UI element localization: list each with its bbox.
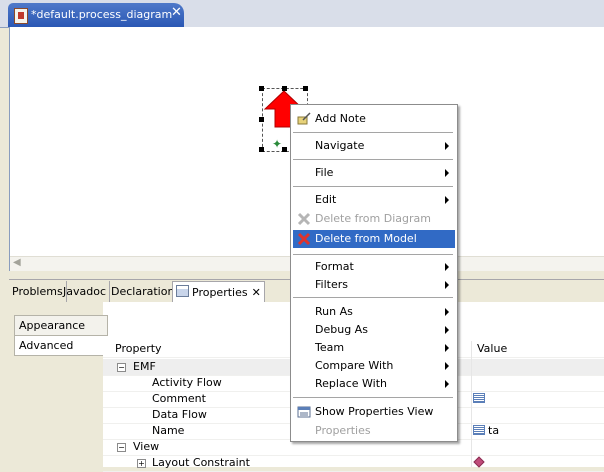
menu-item-label: Format xyxy=(315,260,354,273)
resize-handle[interactable] xyxy=(259,147,264,152)
menu-item-replace-with[interactable]: Replace With xyxy=(293,375,455,393)
menu-item-label: Delete from Model xyxy=(315,232,417,245)
constraint-icon xyxy=(473,456,485,468)
tab-problems[interactable]: Problems xyxy=(9,281,67,302)
resize-handle[interactable] xyxy=(282,147,287,152)
submenu-arrow-icon xyxy=(445,142,449,150)
resize-handle[interactable] xyxy=(259,117,264,122)
note-icon xyxy=(297,112,311,125)
delete-icon xyxy=(297,232,311,246)
resize-handle[interactable] xyxy=(303,86,308,91)
property-name: Name xyxy=(152,424,185,437)
menu-item-label: Properties xyxy=(315,424,371,437)
column-divider[interactable] xyxy=(471,341,472,467)
menu-item-label: Replace With xyxy=(315,377,387,390)
tab-javadoc[interactable]: Javadoc xyxy=(60,281,110,302)
column-header-property[interactable]: Property xyxy=(115,341,162,357)
menu-item-debug-as[interactable]: Debug As xyxy=(293,321,455,339)
properties-view-icon xyxy=(297,406,311,418)
tab-label: Declaration xyxy=(111,285,175,298)
submenu-arrow-icon xyxy=(445,281,449,289)
tab-label: Problems xyxy=(12,285,63,298)
resize-handle[interactable] xyxy=(259,86,264,91)
submenu-arrow-icon xyxy=(445,308,449,316)
menu-separator xyxy=(293,186,453,187)
menu-item-label: Team xyxy=(315,341,345,354)
menu-item-label: Compare With xyxy=(315,359,394,372)
value-text: ta xyxy=(488,424,500,437)
menu-separator xyxy=(293,254,453,255)
editor-tab[interactable]: *default.process_diagram ✕ xyxy=(8,3,184,27)
property-value[interactable] xyxy=(473,455,485,471)
menu-item-delete-from-diagram: Delete from Diagram xyxy=(293,210,455,228)
menu-separator xyxy=(293,159,453,160)
close-icon[interactable]: ✕ xyxy=(252,286,261,299)
submenu-arrow-icon xyxy=(445,380,449,388)
delete-icon xyxy=(297,212,311,226)
menu-item-delete-from-model[interactable]: Delete from Model xyxy=(293,230,455,248)
side-tab-advanced[interactable]: Advanced xyxy=(14,335,107,356)
close-icon[interactable]: ✕ xyxy=(171,6,182,20)
menu-item-format[interactable]: Format xyxy=(293,258,455,276)
property-value[interactable]: ta xyxy=(473,423,499,439)
menu-separator xyxy=(293,297,453,298)
submenu-arrow-icon xyxy=(445,344,449,352)
submenu-arrow-icon xyxy=(445,169,449,177)
editor-tab-title: *default.process_diagram xyxy=(31,8,173,21)
submenu-arrow-icon xyxy=(445,263,449,271)
submenu-arrow-icon xyxy=(445,326,449,334)
menu-item-show-properties-view[interactable]: Show Properties View xyxy=(293,403,455,421)
tab-properties[interactable]: Properties ✕ xyxy=(172,281,265,303)
tab-label: Javadoc xyxy=(63,285,106,298)
column-header-value[interactable]: Value xyxy=(477,341,507,357)
menu-item-label: File xyxy=(315,166,334,179)
tab-label: Properties xyxy=(192,286,248,299)
menu-separator xyxy=(293,132,453,133)
property-name: Data Flow xyxy=(152,408,207,421)
value-list-icon xyxy=(473,393,485,403)
property-name: Layout Constraint xyxy=(152,456,250,469)
submenu-arrow-icon xyxy=(445,362,449,370)
property-name: Comment xyxy=(152,392,206,405)
group-label: View xyxy=(133,440,160,453)
side-tab-label: Appearance xyxy=(19,319,86,332)
context-menu: Add Note Navigate File Edit Delete from … xyxy=(290,104,458,442)
menu-item-label: Run As xyxy=(315,305,353,318)
property-name: Activity Flow xyxy=(152,376,222,389)
menu-separator xyxy=(293,397,453,398)
properties-icon xyxy=(176,285,189,297)
menu-item-team[interactable]: Team xyxy=(293,339,455,357)
group-label: EMF xyxy=(133,360,156,373)
property-value[interactable] xyxy=(473,391,488,407)
side-tab-appearance[interactable]: Appearance xyxy=(14,315,108,336)
menu-item-edit[interactable]: Edit xyxy=(293,191,455,209)
menu-item-properties: Properties xyxy=(293,422,455,440)
tab-declaration[interactable]: Declaration xyxy=(108,281,179,302)
menu-item-label: Show Properties View xyxy=(315,405,434,418)
process-diagram-icon xyxy=(14,8,28,24)
menu-item-label: Debug As xyxy=(315,323,368,336)
menu-item-label: Delete from Diagram xyxy=(315,212,431,225)
collapse-icon[interactable]: − xyxy=(117,443,126,452)
menu-item-label: Navigate xyxy=(315,139,365,152)
submenu-arrow-icon xyxy=(445,196,449,204)
table-row[interactable]: + Layout Constraint xyxy=(103,455,604,472)
scroll-left-icon[interactable]: ◀ xyxy=(13,257,21,268)
menu-item-navigate[interactable]: Navigate xyxy=(293,137,455,155)
menu-item-compare-with[interactable]: Compare With xyxy=(293,357,455,375)
menu-item-filters[interactable]: Filters xyxy=(293,276,455,294)
menu-item-label: Add Note xyxy=(315,112,366,125)
menu-item-file[interactable]: File xyxy=(293,164,455,182)
flow-connector-icon[interactable]: ✦ xyxy=(272,137,282,151)
collapse-icon[interactable]: − xyxy=(117,363,126,372)
menu-item-add-note[interactable]: Add Note xyxy=(293,110,455,128)
menu-item-label: Filters xyxy=(315,278,348,291)
menu-item-run-as[interactable]: Run As xyxy=(293,303,455,321)
side-tab-label: Advanced xyxy=(19,339,74,352)
value-list-icon xyxy=(473,425,485,435)
menu-item-label: Edit xyxy=(315,193,337,206)
resize-handle[interactable] xyxy=(282,86,287,91)
